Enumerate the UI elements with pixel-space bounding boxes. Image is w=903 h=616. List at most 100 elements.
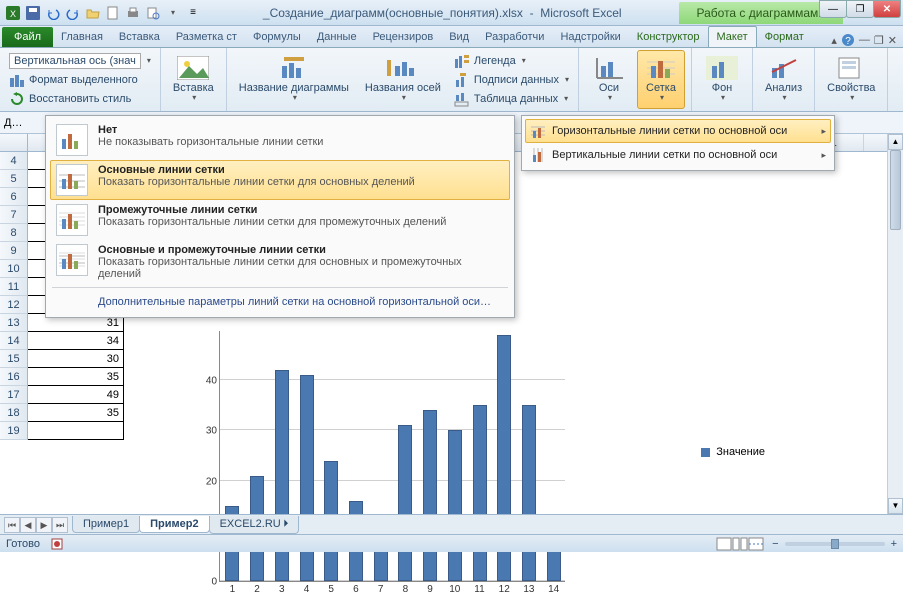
chart-element-selector[interactable]: Вертикальная ось (знач▾ (6, 52, 154, 70)
zoom-slider[interactable] (785, 542, 885, 546)
qat-customize-icon[interactable]: ▾ (164, 4, 182, 22)
axis-titles-button[interactable]: Названия осей▾ (359, 50, 447, 109)
minimize-ribbon-icon[interactable]: ▴ (831, 34, 837, 47)
scroll-up-button[interactable]: ▲ (888, 134, 903, 150)
row-header[interactable]: 6 (0, 188, 28, 206)
row-header[interactable]: 19 (0, 422, 28, 440)
legend-button[interactable]: Легенда▾ (451, 52, 572, 70)
doc-restore-icon[interactable]: ❐ (874, 34, 884, 47)
row-header[interactable]: 15 (0, 350, 28, 368)
redo-icon[interactable] (64, 4, 82, 22)
cell[interactable]: 35 (28, 368, 124, 386)
file-tab[interactable]: Файл (2, 27, 53, 47)
chart-bar[interactable] (473, 405, 487, 581)
submenu-vertical-gridlines[interactable]: Вертикальные линии сетки по основной оси… (525, 143, 831, 167)
analysis-button[interactable]: Анализ▾ (759, 50, 808, 109)
tab-data[interactable]: Данные (309, 27, 365, 47)
quick-print-icon[interactable] (124, 4, 142, 22)
tab-addins[interactable]: Надстройки (552, 27, 628, 47)
doc-minimize-icon[interactable]: — (859, 34, 870, 46)
tab-formulas[interactable]: Формулы (245, 27, 309, 47)
menu-more-options[interactable]: Дополнительные параметры линий сетки на … (50, 291, 510, 313)
open-icon[interactable] (84, 4, 102, 22)
view-page-break-icon[interactable] (748, 537, 764, 551)
tab-layout[interactable]: Макет (708, 26, 757, 47)
sheet-tab[interactable]: EXCEL2.RU 🞂 (209, 516, 300, 534)
tab-page-layout[interactable]: Разметка ст (168, 27, 245, 47)
cell[interactable]: 34 (28, 332, 124, 350)
embedded-chart[interactable]: 010203040 1234567891011121314 Значение (165, 326, 665, 616)
chart-bar[interactable] (448, 430, 462, 581)
vertical-scrollbar[interactable]: ▲ ▼ (887, 134, 903, 514)
menu-item-minor[interactable]: Промежуточные линии сеткиПоказать горизо… (50, 200, 510, 240)
close-button[interactable]: ✕ (873, 0, 901, 18)
row-header[interactable]: 18 (0, 404, 28, 422)
cell[interactable]: 35 (28, 404, 124, 422)
tab-insert[interactable]: Вставка (111, 27, 168, 47)
chart-legend[interactable]: Значение (701, 446, 765, 458)
maximize-button[interactable]: ❐ (846, 0, 874, 18)
sheet-nav-next-icon[interactable]: ▶ (36, 517, 52, 533)
tab-home[interactable]: Главная (53, 27, 111, 47)
zoom-thumb[interactable] (831, 539, 839, 549)
row-header[interactable]: 13 (0, 314, 28, 332)
data-table-button[interactable]: Таблица данных▾ (451, 90, 572, 108)
sheet-tab[interactable]: Пример2 (139, 516, 209, 533)
row-header[interactable]: 7 (0, 206, 28, 224)
chart-title-button[interactable]: Название диаграммы▾ (233, 50, 355, 109)
row-header[interactable]: 10 (0, 260, 28, 278)
qat-more-icon[interactable]: ≡ (184, 4, 202, 22)
menu-item-both[interactable]: Основные и промежуточные линии сеткиПока… (50, 240, 510, 284)
cell[interactable] (28, 422, 124, 440)
scroll-down-button[interactable]: ▼ (888, 498, 903, 514)
format-selection-button[interactable]: Формат выделенного (6, 71, 154, 89)
excel-icon[interactable]: X (4, 4, 22, 22)
new-icon[interactable] (104, 4, 122, 22)
row-header[interactable]: 11 (0, 278, 28, 296)
select-all-corner[interactable] (0, 134, 28, 151)
insert-button[interactable]: Вставка▾ (167, 50, 220, 109)
cell[interactable]: 30 (28, 350, 124, 368)
help-icon[interactable]: ? (841, 33, 855, 47)
zoom-in-button[interactable]: + (891, 538, 897, 550)
undo-icon[interactable] (44, 4, 62, 22)
row-header[interactable]: 16 (0, 368, 28, 386)
print-preview-icon[interactable] (144, 4, 162, 22)
tab-developer[interactable]: Разработчи (477, 27, 552, 47)
menu-item-none[interactable]: НетНе показывать горизонтальные линии се… (50, 120, 510, 160)
tab-view[interactable]: Вид (441, 27, 477, 47)
submenu-horizontal-gridlines[interactable]: Горизонтальные линии сетки по основной о… (525, 119, 831, 143)
view-normal-icon[interactable] (716, 537, 732, 551)
chart-bar[interactable] (423, 410, 437, 581)
row-header[interactable]: 14 (0, 332, 28, 350)
tab-format[interactable]: Формат (757, 27, 812, 47)
background-button[interactable]: Фон▾ (698, 50, 746, 109)
view-page-layout-icon[interactable] (732, 537, 748, 551)
properties-button[interactable]: Свойства▾ (821, 50, 881, 109)
sheet-nav-prev-icon[interactable]: ◀ (20, 517, 36, 533)
row-header[interactable]: 8 (0, 224, 28, 242)
sheet-nav-last-icon[interactable]: ⏭ (52, 517, 68, 533)
scroll-thumb[interactable] (890, 150, 901, 230)
macro-record-icon[interactable] (50, 537, 64, 551)
row-header[interactable]: 12 (0, 296, 28, 314)
minimize-button[interactable]: — (819, 0, 847, 18)
row-header[interactable]: 5 (0, 170, 28, 188)
zoom-out-button[interactable]: − (772, 538, 778, 550)
row-header[interactable]: 4 (0, 152, 28, 170)
tab-design[interactable]: Конструктор (629, 27, 708, 47)
save-icon[interactable] (24, 4, 42, 22)
row-header[interactable]: 9 (0, 242, 28, 260)
sheet-tab[interactable]: Пример1 (72, 516, 140, 533)
data-labels-button[interactable]: Подписи данных▾ (451, 71, 572, 89)
doc-close-icon[interactable]: ✕ (888, 34, 897, 47)
menu-item-major[interactable]: Основные линии сеткиПоказать горизонталь… (50, 160, 510, 200)
row-header[interactable]: 17 (0, 386, 28, 404)
cell[interactable]: 49 (28, 386, 124, 404)
reset-style-button[interactable]: Восстановить стиль (6, 90, 154, 108)
sheet-nav-first-icon[interactable]: ⏮ (4, 517, 20, 533)
chart-bar[interactable] (522, 405, 536, 581)
chart-bar[interactable] (398, 425, 412, 581)
axes-button[interactable]: Оси▾ (585, 50, 633, 109)
tab-review[interactable]: Рецензиров (365, 27, 442, 47)
